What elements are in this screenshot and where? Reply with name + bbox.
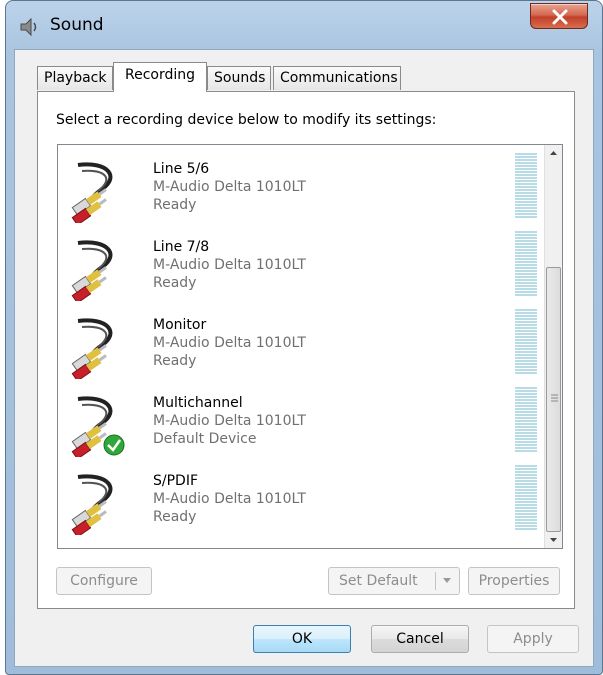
- tab-playback[interactable]: Playback: [37, 66, 113, 90]
- chevron-up-icon: [550, 151, 557, 155]
- device-status: Ready: [153, 509, 197, 525]
- level-meter: [515, 387, 537, 453]
- window-title: Sound: [50, 15, 104, 35]
- sound-dialog: Sound Playback Recording Sounds Communic…: [5, 0, 603, 675]
- device-name: S/PDIF: [153, 473, 199, 489]
- recording-tab-panel: Select a recording device below to modif…: [37, 91, 575, 609]
- scroll-thumb[interactable]: [546, 267, 561, 532]
- close-icon: [552, 9, 568, 25]
- speaker-icon: [18, 16, 40, 38]
- rca-cable-icon: [71, 474, 113, 535]
- properties-button[interactable]: Properties: [468, 567, 560, 595]
- device-item-line-7-8[interactable]: Line 7/8 M-Audio Delta 1010LT Ready: [58, 227, 543, 305]
- device-driver: M-Audio Delta 1010LT: [153, 413, 306, 429]
- dialog-client-area: Playback Recording Sounds Communications…: [14, 49, 594, 667]
- device-driver: M-Audio Delta 1010LT: [153, 179, 306, 195]
- device-status: Ready: [153, 197, 197, 213]
- tab-sounds[interactable]: Sounds: [207, 66, 271, 90]
- close-button[interactable]: [530, 3, 588, 29]
- apply-button[interactable]: Apply: [487, 625, 579, 653]
- device-item-monitor[interactable]: Monitor M-Audio Delta 1010LT Ready: [58, 305, 543, 383]
- split-divider: [435, 572, 436, 590]
- grip-icon: [551, 394, 558, 402]
- device-list-scrollbar[interactable]: [544, 145, 562, 548]
- instruction-text: Select a recording device below to modif…: [56, 112, 437, 128]
- level-meter: [515, 231, 537, 297]
- set-default-split-button[interactable]: Set Default: [328, 567, 460, 595]
- level-meter: [515, 153, 537, 219]
- device-status: Ready: [153, 353, 197, 369]
- device-item-spdif[interactable]: S/PDIF M-Audio Delta 1010LT Ready: [58, 461, 543, 539]
- dropdown-arrow-icon[interactable]: [441, 577, 453, 585]
- scroll-down-button[interactable]: [545, 531, 562, 548]
- device-name: Multichannel: [153, 395, 243, 411]
- rca-cable-icon: [71, 240, 113, 301]
- ok-button[interactable]: OK: [253, 625, 351, 653]
- chevron-down-icon: [550, 538, 557, 542]
- rca-cable-icon: [71, 396, 125, 457]
- green-check-icon: [103, 434, 125, 456]
- device-item-line-5-6[interactable]: Line 5/6 M-Audio Delta 1010LT Ready: [58, 149, 543, 227]
- rca-cable-icon: [71, 162, 113, 223]
- device-item-multichannel[interactable]: Multichannel M-Audio Delta 1010LT Defaul…: [58, 383, 543, 461]
- tab-recording[interactable]: Recording: [113, 62, 207, 92]
- device-status: Ready: [153, 275, 197, 291]
- level-meter: [515, 309, 537, 375]
- device-driver: M-Audio Delta 1010LT: [153, 257, 306, 273]
- title-bar[interactable]: Sound: [6, 1, 602, 49]
- device-status: Default Device: [153, 431, 257, 447]
- device-driver: M-Audio Delta 1010LT: [153, 491, 306, 507]
- tab-communications[interactable]: Communications: [273, 66, 401, 90]
- configure-button[interactable]: Configure: [56, 567, 152, 595]
- rca-cable-icon: [71, 318, 113, 379]
- scroll-up-button[interactable]: [545, 145, 562, 162]
- recording-device-list[interactable]: Line 5/6 M-Audio Delta 1010LT Ready Line…: [57, 144, 563, 549]
- device-driver: M-Audio Delta 1010LT: [153, 335, 306, 351]
- cancel-button[interactable]: Cancel: [371, 625, 469, 653]
- device-name: Line 5/6: [153, 161, 210, 177]
- device-name: Monitor: [153, 317, 207, 333]
- device-name: Line 7/8: [153, 239, 210, 255]
- set-default-label: Set Default: [339, 573, 418, 589]
- level-meter: [515, 465, 537, 531]
